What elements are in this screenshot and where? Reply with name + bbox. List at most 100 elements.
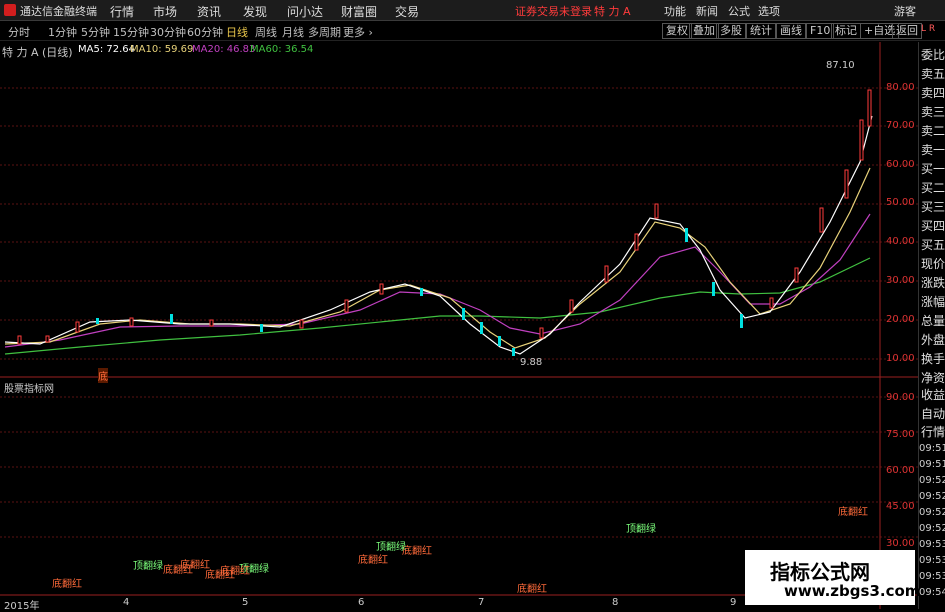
indicator-panel-title[interactable]: 股票指标网 xyxy=(4,380,54,395)
adjust-button[interactable]: 复权 xyxy=(662,23,692,39)
period-daily[interactable]: 日线 xyxy=(226,24,248,40)
signal-label: 底翻红 xyxy=(838,507,868,518)
ma60-value: MA60: 36.54 xyxy=(250,44,314,55)
price-axis-label: 30.00 xyxy=(886,275,915,286)
tick-time: 09:51 xyxy=(919,443,945,454)
period-more[interactable]: 更多 › xyxy=(343,24,373,40)
draw-button[interactable]: 画线 xyxy=(776,23,806,39)
menu-function[interactable]: 功能 xyxy=(664,3,686,19)
period-15min[interactable]: 15分钟 xyxy=(113,24,149,40)
side-panel-toggle[interactable]: L R xyxy=(921,24,935,34)
period-weekly[interactable]: 周线 xyxy=(255,24,277,40)
mark-button[interactable]: 标记 xyxy=(831,23,861,39)
tick-time: 09:52 xyxy=(919,491,945,502)
indicator-axis-label: 90.00 xyxy=(886,392,915,403)
x-axis-label: 7 xyxy=(478,597,485,608)
x-axis-label: 6 xyxy=(358,597,365,608)
ma10-value: MA10: 59.69 xyxy=(130,44,194,55)
signal-label: 底翻红 xyxy=(402,546,432,557)
side-item: 卖一 xyxy=(921,143,945,157)
side-item: 收益 xyxy=(921,388,945,402)
tick-time: 09:51 xyxy=(919,459,945,470)
tick-time: 09:54 xyxy=(919,587,945,598)
menu-bar: 通达信金融终端 行情 市场 资讯 发现 问小达 财富圈 交易 证券交易未登录 特… xyxy=(0,0,945,21)
menu-item-news[interactable]: 资讯 xyxy=(197,3,221,20)
overlay-button[interactable]: 叠加 xyxy=(689,23,719,39)
side-item: 现价 xyxy=(921,257,945,271)
back-button[interactable]: 返回 xyxy=(892,23,922,39)
side-item: 买二 xyxy=(921,181,945,195)
period-1min[interactable]: 1分钟 xyxy=(48,24,77,40)
period-toolbar: 分时 1分钟 5分钟 15分钟 30分钟 60分钟 日线 周线 月线 多周期 更… xyxy=(0,21,945,41)
x-axis-label: 8 xyxy=(612,597,619,608)
signal-label: 顶翻绿 xyxy=(626,524,656,535)
bottom-signal-label: 底 xyxy=(98,368,108,383)
menu-item-market[interactable]: 市场 xyxy=(153,3,177,20)
x-axis-label: 5 xyxy=(242,597,249,608)
stock-period-label: 特 力 A (日线) xyxy=(2,46,73,59)
low-price-label: 9.88 xyxy=(520,357,543,368)
signal-label: 顶翻绿 xyxy=(133,561,163,572)
watermark-title: 指标公式网 xyxy=(770,560,870,584)
signal-label: 底翻红 xyxy=(180,560,210,571)
menu-item-ask[interactable]: 问小达 xyxy=(287,3,323,20)
x-axis-label: 4 xyxy=(123,597,130,608)
side-item: 外盘 xyxy=(921,333,945,347)
side-item: 卖四 xyxy=(921,86,945,100)
period-monthly[interactable]: 月线 xyxy=(282,24,304,40)
x-axis-label: 9 xyxy=(730,597,737,608)
menu-item-quotes[interactable]: 行情 xyxy=(110,3,134,20)
price-axis-label: 10.00 xyxy=(886,353,915,364)
side-item: 买三 xyxy=(921,200,945,214)
tick-time: 09:53 xyxy=(919,555,945,566)
indicator-axis-label: 75.00 xyxy=(886,429,915,440)
tick-time: 09:52 xyxy=(919,523,945,534)
stock-title: 特 力 A xyxy=(594,5,631,18)
side-item: 行情 xyxy=(921,425,945,439)
guest-label[interactable]: 游客 xyxy=(894,3,916,19)
side-item: 买四 xyxy=(921,219,945,233)
indicator-axis-label: 30.00 xyxy=(886,538,915,549)
tick-time: 09:52 xyxy=(919,475,945,486)
menu-item-trade[interactable]: 交易 xyxy=(395,3,419,20)
menu-options[interactable]: 选项 xyxy=(758,3,780,19)
price-axis-label: 60.00 xyxy=(886,159,915,170)
login-notice[interactable]: 证券交易未登录 xyxy=(515,3,592,19)
side-item: 卖三 xyxy=(921,105,945,119)
ma20-value: MA20: 46.83 xyxy=(192,44,256,55)
multi-stock-button[interactable]: 多股 xyxy=(716,23,746,39)
signal-label: 顶翻绿 xyxy=(376,542,406,553)
price-axis-label: 40.00 xyxy=(886,236,915,247)
x-axis-label: 2015年 xyxy=(4,601,40,612)
menu-item-wealth[interactable]: 财富圈 xyxy=(341,3,377,20)
kline-chart[interactable] xyxy=(0,42,918,609)
indicator-axis-label: 45.00 xyxy=(886,501,915,512)
period-30min[interactable]: 30分钟 xyxy=(150,24,186,40)
menu-formula[interactable]: 公式 xyxy=(728,3,750,19)
side-item: 买一 xyxy=(921,162,945,176)
stats-button[interactable]: 统计 xyxy=(746,23,776,39)
price-axis-label: 70.00 xyxy=(886,120,915,131)
side-item: 卖二 xyxy=(921,124,945,138)
side-item: 买五 xyxy=(921,238,945,252)
period-timeshare[interactable]: 分时 xyxy=(8,24,30,40)
tick-time: 09:53 xyxy=(919,539,945,550)
signal-label: 底翻红 xyxy=(220,566,250,577)
side-item: 总量 xyxy=(921,314,945,328)
side-item: 委比 xyxy=(921,48,945,62)
tick-time: 09:52 xyxy=(919,507,945,518)
period-60min[interactable]: 60分钟 xyxy=(187,24,223,40)
period-multi[interactable]: 多周期 xyxy=(308,24,341,40)
signal-label: 底翻红 xyxy=(52,579,82,590)
price-axis-label: 50.00 xyxy=(886,197,915,208)
tick-time: 09:53 xyxy=(919,571,945,582)
app-name: 通达信金融终端 xyxy=(20,5,97,18)
auto-toggle[interactable]: 自动 xyxy=(921,405,945,422)
side-item: 涨幅 xyxy=(921,295,945,309)
menu-news[interactable]: 新闻 xyxy=(696,3,718,19)
menu-item-discover[interactable]: 发现 xyxy=(243,3,267,20)
period-5min[interactable]: 5分钟 xyxy=(81,24,110,40)
side-item: 涨跌 xyxy=(921,276,945,290)
side-item: 卖五 xyxy=(921,67,945,81)
side-item: 换手 xyxy=(921,352,945,366)
